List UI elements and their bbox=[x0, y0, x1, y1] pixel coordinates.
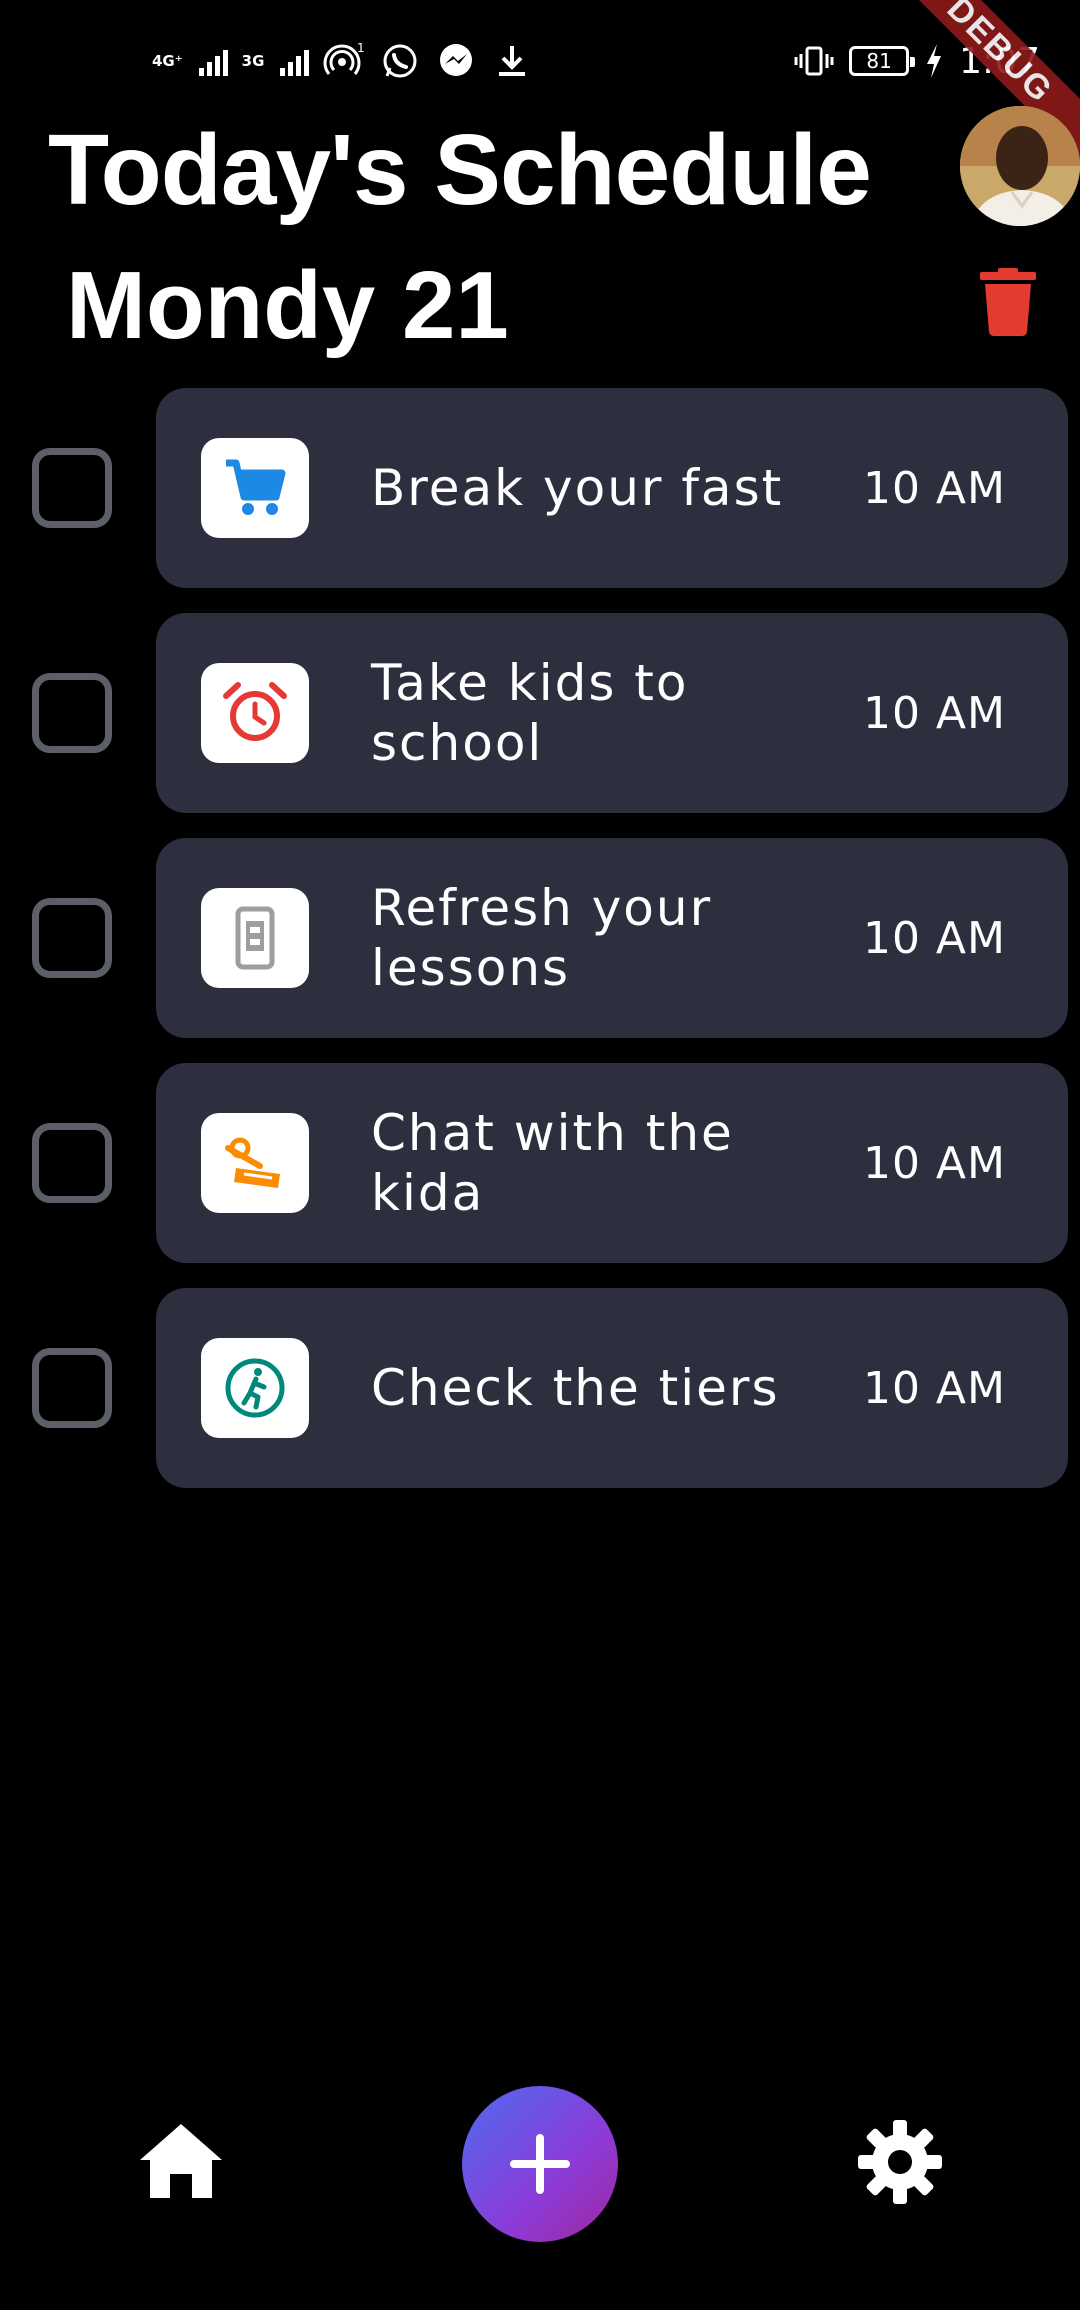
task-card[interactable]: Refresh your lessons 10 AM bbox=[156, 838, 1068, 1038]
task-icon-tile bbox=[201, 438, 309, 538]
phone-icon bbox=[235, 906, 275, 970]
task-checkbox[interactable] bbox=[32, 1123, 112, 1203]
status-bar: 4G⁺ 3G 1 81 1:0 bbox=[0, 0, 1080, 110]
page-title: Today's Schedule bbox=[48, 114, 872, 226]
task-checkbox[interactable] bbox=[32, 1348, 112, 1428]
task-card[interactable]: Chat with the kida 10 AM bbox=[156, 1063, 1068, 1263]
delete-all-button[interactable] bbox=[980, 268, 1036, 336]
battery-icon: 81 bbox=[849, 46, 916, 76]
hotspot-icon: 1 bbox=[323, 41, 365, 75]
download-icon bbox=[499, 46, 526, 76]
alarm-clock-icon bbox=[223, 682, 287, 741]
task-icon-tile bbox=[201, 1338, 309, 1438]
shopping-cart-icon bbox=[226, 459, 286, 515]
task-label: Take kids to school bbox=[371, 654, 689, 772]
task-label: Check the tiers bbox=[371, 1359, 780, 1417]
task-time: 10 AM bbox=[862, 462, 1006, 514]
task-label: Break your fast bbox=[371, 459, 784, 517]
task-icon-tile bbox=[201, 663, 309, 763]
task-icon-tile bbox=[201, 888, 309, 988]
signal-icon-2 bbox=[280, 46, 310, 76]
task-icon-tile bbox=[201, 1113, 309, 1213]
page-subtitle-date: Mondy 21 bbox=[66, 252, 509, 359]
plus-icon bbox=[510, 2134, 570, 2194]
network-type-1: 4G⁺ bbox=[152, 51, 183, 70]
task-card[interactable]: Take kids to school 10 AM bbox=[156, 613, 1068, 813]
task-checkbox[interactable] bbox=[32, 448, 112, 528]
task-label: Chat with the kida bbox=[371, 1104, 734, 1222]
task-time: 10 AM bbox=[862, 912, 1006, 964]
avatar-image bbox=[960, 106, 1080, 226]
task-row: Chat with the kida 10 AM bbox=[0, 1063, 1080, 1263]
task-label: Refresh your lessons bbox=[371, 879, 713, 997]
profile-avatar[interactable] bbox=[960, 106, 1080, 226]
task-row: Break your fast 10 AM bbox=[0, 388, 1080, 588]
vibrate-icon bbox=[794, 46, 834, 76]
task-time: 10 AM bbox=[862, 1137, 1006, 1189]
ticket-icon bbox=[225, 1137, 280, 1188]
hotspot-count: 1 bbox=[357, 41, 365, 55]
battery-level: 81 bbox=[866, 49, 892, 73]
task-row: Refresh your lessons 10 AM bbox=[0, 838, 1080, 1038]
signal-icon bbox=[198, 46, 228, 76]
network-type-2: 3G bbox=[241, 51, 265, 70]
task-card[interactable]: Check the tiers 10 AM bbox=[156, 1288, 1068, 1488]
status-left: 4G⁺ 3G 1 bbox=[152, 40, 533, 82]
task-checkbox[interactable] bbox=[32, 898, 112, 978]
home-icon[interactable] bbox=[138, 2120, 224, 2200]
task-time: 10 AM bbox=[862, 1362, 1006, 1414]
run-icon bbox=[225, 1358, 285, 1418]
whatsapp-icon bbox=[383, 44, 417, 78]
task-row: Check the tiers 10 AM bbox=[0, 1288, 1080, 1488]
task-row: Take kids to school 10 AM bbox=[0, 613, 1080, 813]
task-checkbox[interactable] bbox=[32, 673, 112, 753]
messenger-icon bbox=[440, 44, 473, 76]
task-time: 10 AM bbox=[862, 687, 1006, 739]
settings-icon[interactable] bbox=[858, 2120, 942, 2204]
add-task-button[interactable] bbox=[462, 2086, 618, 2242]
charging-icon bbox=[927, 44, 942, 78]
task-card[interactable]: Break your fast 10 AM bbox=[156, 388, 1068, 588]
